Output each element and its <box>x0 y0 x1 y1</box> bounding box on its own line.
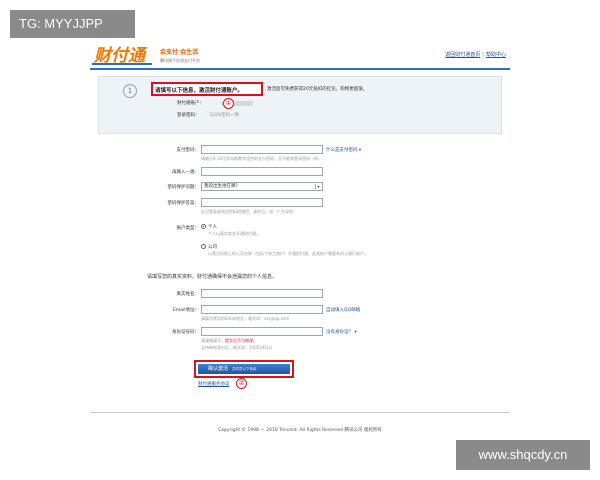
step-marker-2: ② <box>236 378 247 389</box>
email-input[interactable] <box>201 305 323 314</box>
notice-panel: i 请填写以下信息，激活财付通账户。 激活后可免费获得20元抵扣的红包，购物更超… <box>98 76 502 134</box>
type-company-label: 公司 <box>208 245 217 250</box>
pay-password-hint: 请输入6-16位字母和数字组合的支付密码，且不能和登录密码一样。 <box>201 156 323 161</box>
chevron-down-icon: ▾ <box>315 184 321 189</box>
email-hint: 请填写常用的Email地址，格式如：sss@qq.com <box>201 316 290 321</box>
header: 财付通 会支付 会生活 腾讯旗下在线支付平台 返回财付通首页 | 帮助中心 <box>90 40 510 68</box>
pay-password-help-link[interactable]: 什么是支付密码 ▾ <box>326 147 361 153</box>
watermark-top-left: TG: MYYJJPP <box>10 10 135 38</box>
slogan: 会支付 会生活 腾讯旗下在线支付平台 <box>160 47 230 63</box>
submit-label: 确认激活 <box>208 366 229 372</box>
security-answer-label: 密码保护答案： <box>167 201 200 206</box>
login-password-row: 登录密码： 与QQ密码一致 <box>177 112 239 118</box>
repeat-password-label: 再输入一遍： <box>172 170 199 175</box>
slogan-sub: 腾讯旗下在线支付平台 <box>160 58 200 63</box>
top-links: 返回财付通首页 | 帮助中心 <box>445 52 506 58</box>
copyright: Copyright © 1998 － 2010 Tencent. All Rig… <box>218 428 382 433</box>
service-agreement-link[interactable]: 财付通服务协议 <box>198 381 230 387</box>
qq-mail-autofill-link[interactable]: 自动填入QQ邮箱 <box>326 307 360 313</box>
activation-page: 财付通 会支付 会生活 腾讯旗下在线支付平台 返回财付通首页 | 帮助中心 i 请填… <box>90 40 510 440</box>
type-personal-label: 个人 <box>208 225 217 230</box>
type-personal-option[interactable]: 个人 <box>201 224 217 230</box>
security-question-value: 我的出生地在哪? <box>204 184 238 189</box>
id-hint-warning: 提交后不可修改。 <box>225 338 257 343</box>
info-icon: i <box>123 84 137 98</box>
header-divider <box>90 68 510 70</box>
login-password-label: 登录密码： <box>177 113 200 118</box>
radio-personal[interactable] <box>201 224 206 229</box>
login-password-value: 与QQ密码一致 <box>209 113 240 118</box>
pay-password-label: 支付密码： <box>176 148 200 153</box>
submit-highlight: 确认激活 并同意以下条款 <box>194 360 294 378</box>
watermark-bottom-right: www.shqcdy.cn <box>456 440 590 470</box>
help-link[interactable]: 帮助中心 <box>486 52 506 58</box>
account-type-label: 账户类型： <box>176 226 200 231</box>
security-question-select[interactable]: 我的出生地在哪? ▾ <box>201 182 323 191</box>
account-label: 财付通账户： <box>177 101 204 106</box>
notice-title: 请填写以下信息，激活财付通账户。 <box>155 88 244 94</box>
email-label: Email地址： <box>173 308 199 313</box>
notice-text: 激活后可免费获得20元抵扣的红包，购物更超值。 <box>267 87 368 92</box>
tenpay-logo: 财付通 <box>92 46 152 66</box>
real-name-input[interactable] <box>201 289 323 298</box>
security-question-label: 密码保护问题： <box>167 185 200 190</box>
security-answer-hint: 忘记登录或找回密码时使用，请牢记。如：广东深圳 <box>201 209 293 214</box>
real-info-section-title: 请填写您的真实资料。财付通确保不会泄漏您的个人信息。 <box>147 274 278 280</box>
id-hint-1: 请谨慎填写， <box>201 338 225 343</box>
type-company-hint: 以营业执照上的公司名称（包括个体工商户）开通财付通，此类账户需要有对公银行账户。 <box>208 251 368 256</box>
submit-sub-label: 并同意以下条款 <box>232 367 257 371</box>
slogan-main: 会支付 会生活 <box>160 49 199 56</box>
security-answer-input[interactable] <box>201 198 323 207</box>
pay-password-input[interactable] <box>201 145 323 154</box>
notice-highlight: 请填写以下信息，激活财付通账户。 <box>151 82 263 96</box>
repeat-password-input[interactable] <box>201 167 323 176</box>
home-link[interactable]: 返回财付通首页 <box>445 52 480 58</box>
footer-divider <box>90 412 510 413</box>
real-name-label: 真实姓名： <box>176 292 200 297</box>
step-marker-1: ① <box>223 98 234 109</box>
type-personal-hint: 个人以真实姓名开通财付通。 <box>208 231 260 236</box>
no-id-card-link[interactable]: 没有身份证？ ▾ <box>326 329 357 335</box>
radio-company[interactable] <box>201 244 206 249</box>
type-company-option[interactable]: 公司 <box>201 244 217 250</box>
confirm-activate-button[interactable]: 确认激活 并同意以下条款 <box>198 364 290 374</box>
id-number-input[interactable] <box>201 327 323 336</box>
id-number-label: 身份证号码： <box>172 330 199 335</box>
id-hint-2: 支持带电身份证，格式如：1402345(s) <box>201 345 273 350</box>
